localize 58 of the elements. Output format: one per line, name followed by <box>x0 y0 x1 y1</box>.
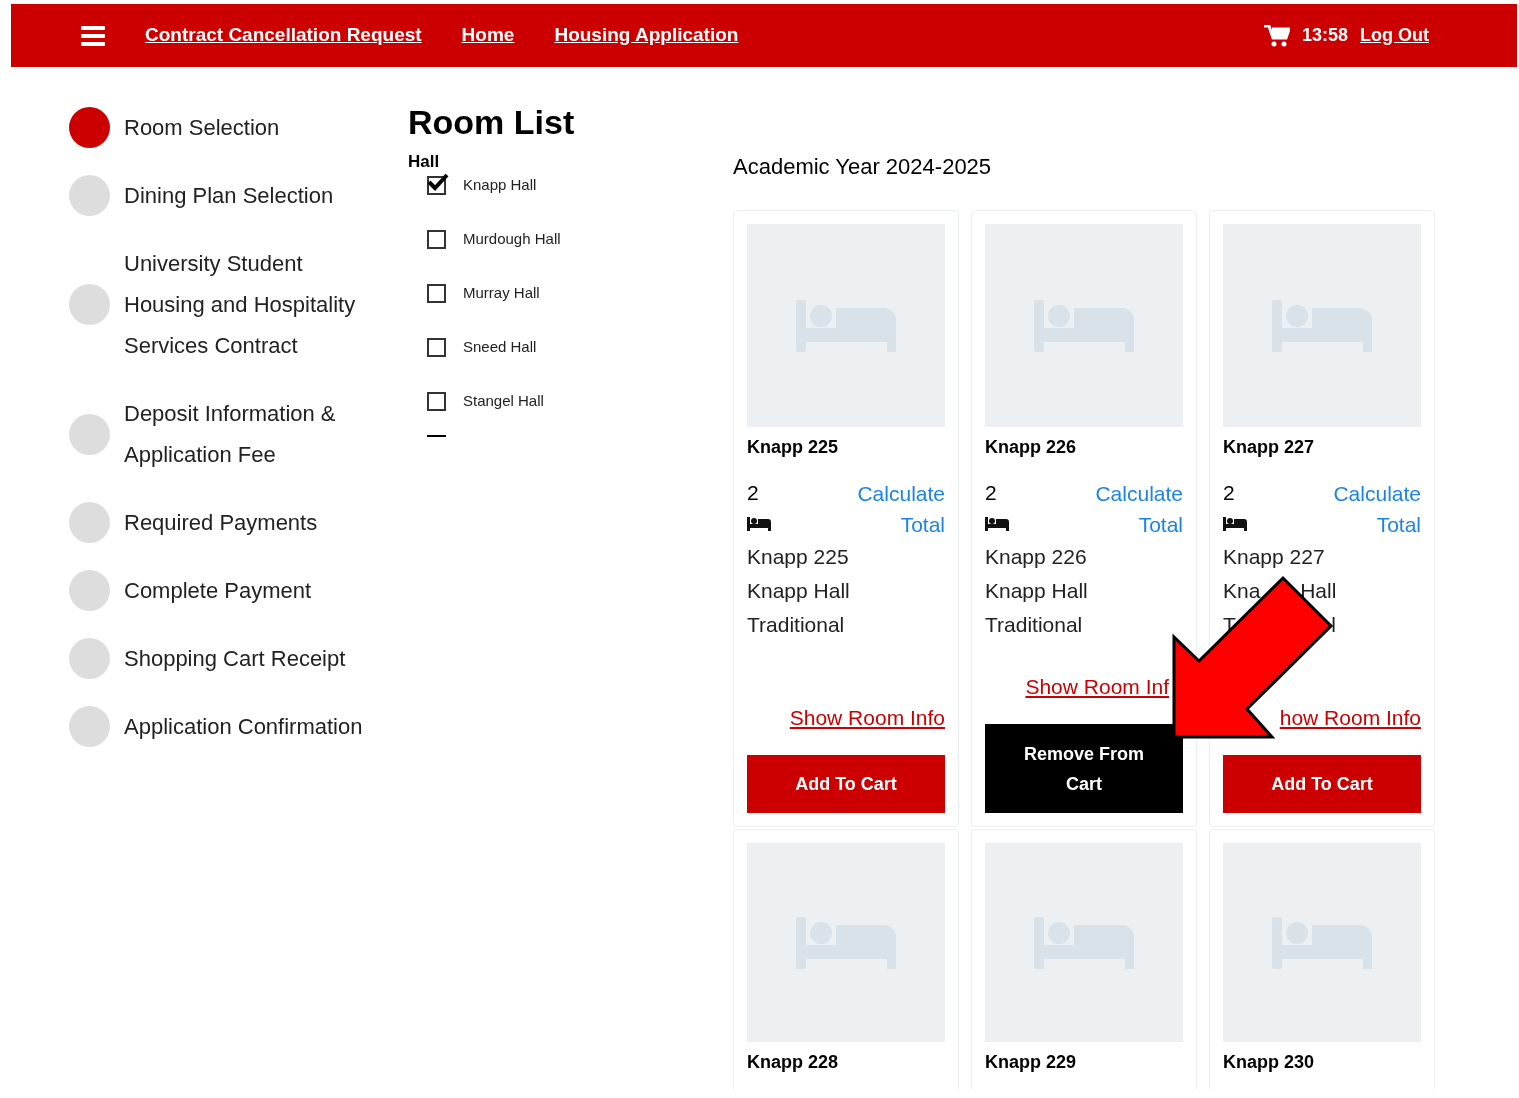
time-text: 13:58 <box>1301 24 1348 47</box>
room-type: Traditional <box>747 612 846 638</box>
bed-icon <box>985 517 1009 531</box>
calculate-total-link[interactable]: Calculate Total <box>835 478 945 540</box>
academic-year-text: Academic Year 2024-2025 <box>733 153 993 181</box>
step-label[interactable]: Required Payments <box>124 502 318 543</box>
show-room-info-link[interactable]: Show Room Info <box>789 701 945 733</box>
room-title: Knapp 229 <box>985 1051 1078 1074</box>
bed-icon <box>747 517 771 531</box>
nav-link[interactable]: Housing Application <box>554 21 739 50</box>
checkbox[interactable] <box>427 338 446 357</box>
nav-link[interactable]: Home <box>461 21 515 50</box>
step-label[interactable]: Shopping Cart Receipt <box>124 638 346 679</box>
cart-icon[interactable] <box>1263 24 1290 47</box>
step-label[interactable]: Deposit Information & Application Fee <box>124 393 386 475</box>
hall-name: Knapp Hall <box>985 578 1089 604</box>
bed-count: 2 <box>747 480 760 506</box>
step-label[interactable]: Room Selection <box>124 107 280 148</box>
menu-icon[interactable] <box>81 25 105 46</box>
collapse-dash[interactable] <box>427 434 446 437</box>
checkbox[interactable] <box>427 230 446 249</box>
filter-heading: Hall <box>408 151 441 173</box>
bed-count: 2 <box>1223 480 1236 506</box>
hall-option-label[interactable]: Sneed Hall <box>463 336 537 359</box>
step-label[interactable]: Dining Plan Selection <box>124 175 334 216</box>
checkbox[interactable] <box>427 392 446 411</box>
room-title: Knapp 228 <box>747 1051 840 1074</box>
room-title: Knapp 225 <box>747 436 840 459</box>
room-title: Knapp 230 <box>1223 1051 1316 1074</box>
step-label[interactable]: Application Confirmation <box>124 706 363 747</box>
hall-name: Kna Hall <box>1223 578 1337 604</box>
bed-count: 2 <box>985 480 998 506</box>
room-title: Knapp 227 <box>1223 436 1316 459</box>
bed-icon <box>1223 517 1247 531</box>
cart-button[interactable]: Add To Cart <box>1223 755 1421 813</box>
show-room-info-link[interactable]: how Room Info <box>1279 701 1421 733</box>
step-label[interactable]: Complete Payment <box>124 570 312 611</box>
checkbox[interactable] <box>427 284 446 303</box>
hall-option-label[interactable]: Murdough Hall <box>463 228 561 251</box>
room-title: Knapp 226 <box>985 436 1078 459</box>
cart-button[interactable]: Add To Cart <box>747 755 945 813</box>
step-label[interactable]: University Student Housing and Hospitality Services Contract <box>124 243 386 366</box>
logout-link[interactable]: Log Out <box>1360 22 1429 49</box>
nav-link[interactable]: Contract Cancellation Request <box>145 21 422 50</box>
hall-name: Knapp Hall <box>747 578 851 604</box>
hall-option-label[interactable]: Murray Hall <box>463 282 540 305</box>
show-room-info-link[interactable]: Show Room Inf <box>1025 670 1169 702</box>
room-name: Knapp 225 <box>747 544 850 570</box>
hall-option-label[interactable]: Stangel Hall <box>463 390 544 413</box>
room-name: Knapp 226 <box>985 544 1088 570</box>
room-type: Traditional <box>985 612 1084 638</box>
cart-button[interactable]: Remove From Cart <box>985 724 1183 813</box>
checkbox[interactable] <box>427 176 446 195</box>
page-heading: Room List <box>408 102 576 143</box>
calculate-total-link[interactable]: Calculate Total <box>1073 478 1183 540</box>
hall-option-label[interactable]: Knapp Hall <box>463 174 537 197</box>
calculate-total-link[interactable]: Calculate Total <box>1311 478 1421 540</box>
room-name: Knapp 227 <box>1223 544 1325 570</box>
